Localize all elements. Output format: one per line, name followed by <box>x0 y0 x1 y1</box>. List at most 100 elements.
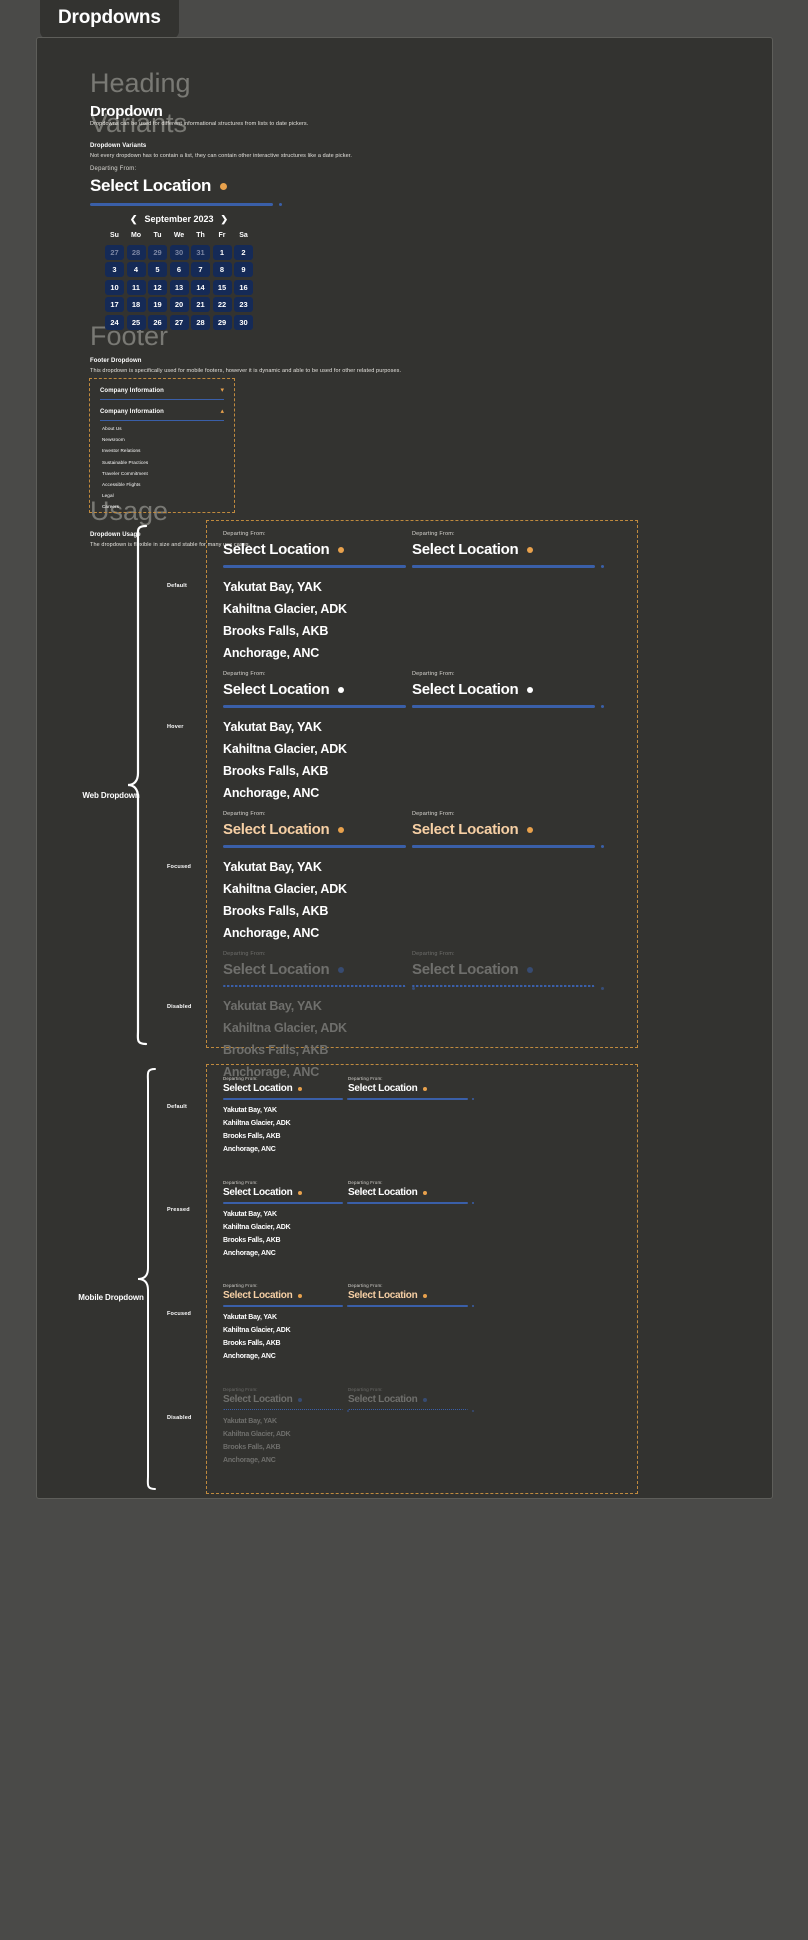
calendar-day-cell[interactable]: 3 <box>105 262 124 277</box>
dropdown-variant-datepicker[interactable]: Departing From: Select Location <box>90 166 282 206</box>
dropdown-option[interactable]: Brooks Falls, AKB <box>223 624 406 638</box>
accordion-item-collapsed[interactable]: Company Information ▾ <box>90 379 234 400</box>
calendar-day-cell[interactable]: 15 <box>212 279 232 295</box>
footer-link[interactable]: Newsroom <box>102 437 224 442</box>
dropdown-option[interactable]: Yakutat Bay, YAK <box>223 999 406 1013</box>
dropdown-control[interactable]: Select Location <box>412 541 595 558</box>
calendar-day-cell[interactable]: 25 <box>126 314 146 330</box>
calendar-day-cell[interactable]: 26 <box>148 314 167 330</box>
dropdown-option[interactable]: Yakutat Bay, YAK <box>223 1107 343 1114</box>
calendar-day-cell[interactable]: 5 <box>148 262 167 277</box>
dropdown-option[interactable]: Kahiltna Glacier, ADK <box>223 1327 343 1334</box>
accordion-item-expanded[interactable]: Company Information ▴ About Us Newsroom In… <box>90 400 234 509</box>
dropdown-option[interactable]: Kahiltna Glacier, ADK <box>223 1021 406 1035</box>
dropdown-option[interactable]: Kahiltna Glacier, ADK <box>223 1120 343 1127</box>
dropdown-option[interactable]: Brooks Falls, AKB <box>223 1237 343 1244</box>
tab-dropdowns[interactable]: Dropdowns <box>40 0 179 39</box>
dropdown-option[interactable]: Kahiltna Glacier, ADK <box>223 602 406 616</box>
dropdown-control[interactable]: Select Location <box>348 1187 468 1198</box>
dropdown-control[interactable]: Select Location <box>223 1083 343 1094</box>
dropdown-control[interactable]: Select Location <box>412 821 595 838</box>
dropdown-option[interactable]: Yakutat Bay, YAK <box>223 720 406 734</box>
dropdown-mobile-disabled-open[interactable]: Departing From: Select Location Yakutat Ba… <box>223 1387 349 1470</box>
calendar-day-cell[interactable]: 20 <box>169 297 189 312</box>
calendar-day-cell[interactable]: 22 <box>212 297 232 312</box>
dropdown-web-focused-open[interactable]: Departing From: Select Location Yakutat Ba… <box>223 811 415 948</box>
calendar-day-cell[interactable]: 28 <box>191 314 210 330</box>
calendar-day-cell[interactable]: 27 <box>105 244 124 260</box>
dropdown-option[interactable]: Brooks Falls, AKB <box>223 764 406 778</box>
calendar-day-cell[interactable]: 19 <box>148 297 167 312</box>
dropdown-control[interactable]: Select Location <box>223 681 406 698</box>
dropdown-option[interactable]: Anchorage, ANC <box>223 1250 343 1257</box>
calendar-day-cell[interactable]: 24 <box>105 314 124 330</box>
dropdown-mobile-focused-closed[interactable]: Departing From: Select Location <box>348 1283 474 1307</box>
dropdown-control[interactable]: Select Location <box>223 961 406 978</box>
chevron-up-icon[interactable]: ▴ <box>220 408 224 415</box>
dropdown-option[interactable]: Kahiltna Glacier, ADK <box>223 882 406 896</box>
dropdown-control[interactable]: Select Location <box>348 1394 468 1405</box>
dropdown-web-hover-closed[interactable]: Departing From: Select Location <box>412 671 604 708</box>
calendar-day-cell[interactable]: 6 <box>169 262 189 277</box>
dropdown-control[interactable]: Select Location <box>223 1394 343 1405</box>
dropdown-control[interactable]: Select Location <box>90 176 273 196</box>
dropdown-option[interactable]: Kahiltna Glacier, ADK <box>223 1224 343 1231</box>
dropdown-control[interactable]: Select Location <box>348 1083 468 1094</box>
dropdown-mobile-pressed-open[interactable]: Departing From: Select Location Yakutat Ba… <box>223 1180 349 1263</box>
dropdown-web-default-open[interactable]: Departing From: Select Location Yakutat Ba… <box>223 531 415 668</box>
dropdown-option[interactable]: Anchorage, ANC <box>223 926 406 940</box>
dropdown-control[interactable]: Select Location <box>412 961 595 978</box>
dropdown-mobile-default-open[interactable]: Departing From: Select Location Yakutat Ba… <box>223 1076 349 1159</box>
calendar-day-cell[interactable]: 23 <box>234 297 253 312</box>
dropdown-option[interactable]: Kahiltna Glacier, ADK <box>223 742 406 756</box>
footer-link[interactable]: About Us <box>102 426 224 431</box>
dropdown-option[interactable]: Anchorage, ANC <box>223 1146 343 1153</box>
date-picker[interactable]: ❮ September 2023 ❯ Su Mo Tu We Th Fr Sa 27 28 29… <box>105 214 253 330</box>
calendar-day-cell[interactable]: 30 <box>234 314 253 330</box>
calendar-day-cell[interactable]: 10 <box>105 279 124 295</box>
dropdown-option[interactable]: Brooks Falls, AKB <box>223 1133 343 1140</box>
dropdown-option[interactable]: Yakutat Bay, YAK <box>223 860 406 874</box>
dropdown-control[interactable]: Select Location <box>223 1187 343 1198</box>
dropdown-web-default-closed[interactable]: Departing From: Select Location <box>412 531 604 568</box>
calendar-day-cell[interactable]: 27 <box>169 314 189 330</box>
dropdown-mobile-default-closed[interactable]: Departing From: Select Location <box>348 1076 474 1100</box>
dropdown-web-focused-closed[interactable]: Departing From: Select Location <box>412 811 604 848</box>
calendar-day-cell[interactable]: 29 <box>148 244 167 260</box>
dropdown-option[interactable]: Brooks Falls, AKB <box>223 1340 343 1347</box>
footer-link[interactable]: Accessible Flights <box>102 482 224 487</box>
calendar-day-cell[interactable]: 16 <box>234 279 253 295</box>
calendar-day-cell[interactable]: 2 <box>234 244 253 260</box>
dropdown-mobile-disabled-closed[interactable]: Departing From: Select Location <box>348 1387 474 1412</box>
calendar-days-grid[interactable]: 27 28 29 30 31 1 2 3 4 5 6 7 8 9 10 11 12 13 14 15 16 17 18 19 2… <box>105 244 253 330</box>
calendar-day-cell[interactable]: 11 <box>126 279 146 295</box>
footer-link[interactable]: Legal <box>102 493 224 498</box>
calendar-day-cell[interactable]: 8 <box>212 262 232 277</box>
calendar-day-cell[interactable]: 13 <box>169 279 189 295</box>
calendar-day-cell[interactable]: 29 <box>212 314 232 330</box>
dropdown-control[interactable]: Select Location <box>412 681 595 698</box>
dropdown-option[interactable]: Yakutat Bay, YAK <box>223 1418 343 1425</box>
chevron-left-icon[interactable]: ❮ <box>130 214 138 224</box>
calendar-day-cell[interactable]: 4 <box>126 262 146 277</box>
chevron-right-icon[interactable]: ❯ <box>221 214 229 224</box>
calendar-day-cell[interactable]: 1 <box>212 244 232 260</box>
calendar-day-cell[interactable]: 18 <box>126 297 146 312</box>
dropdown-option[interactable]: Kahiltna Glacier, ADK <box>223 1431 343 1438</box>
calendar-day-cell[interactable]: 28 <box>126 244 146 260</box>
dropdown-control[interactable]: Select Location <box>348 1290 468 1301</box>
dropdown-option[interactable]: Anchorage, ANC <box>223 646 406 660</box>
dropdown-mobile-pressed-closed[interactable]: Departing From: Select Location <box>348 1180 474 1204</box>
dropdown-mobile-focused-open[interactable]: Departing From: Select Location Yakutat Ba… <box>223 1283 349 1366</box>
dropdown-control[interactable]: Select Location <box>223 541 406 558</box>
dropdown-option[interactable]: Brooks Falls, AKB <box>223 1444 343 1451</box>
dropdown-option[interactable]: Anchorage, ANC <box>223 1353 343 1360</box>
dropdown-option[interactable]: Brooks Falls, AKB <box>223 904 406 918</box>
dropdown-web-hover-open[interactable]: Departing From: Select Location Yakutat Ba… <box>223 671 415 808</box>
calendar-day-cell[interactable]: 7 <box>191 262 210 277</box>
dropdown-web-disabled-closed[interactable]: Departing From: Select Location <box>412 951 604 990</box>
dropdown-control[interactable]: Select Location <box>223 821 406 838</box>
calendar-day-cell[interactable]: 12 <box>148 279 167 295</box>
dropdown-option[interactable]: Yakutat Bay, YAK <box>223 1314 343 1321</box>
footer-link[interactable]: Traveler Commitment <box>102 471 224 476</box>
